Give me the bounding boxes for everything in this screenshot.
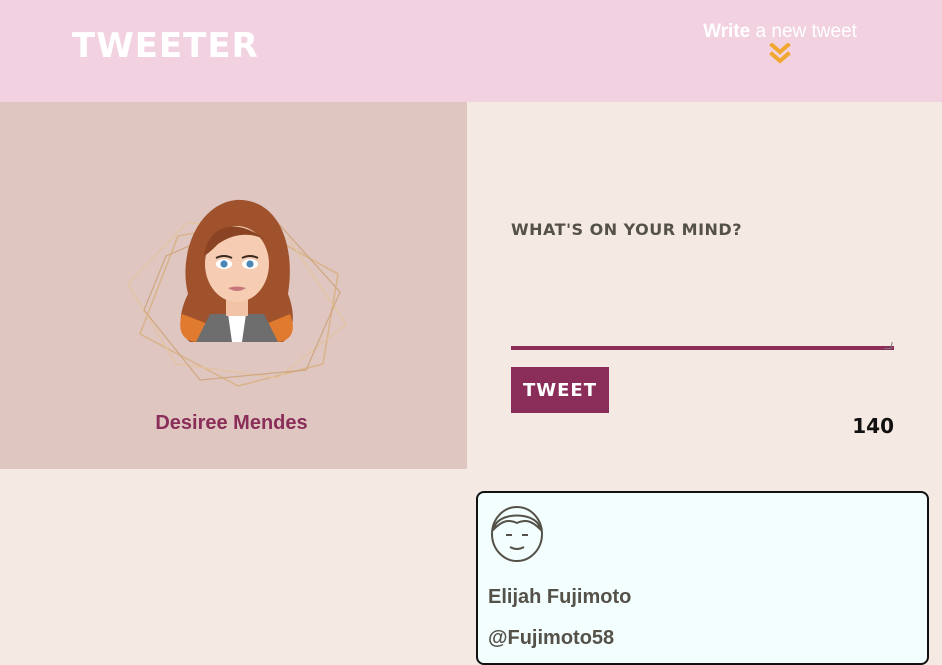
profile-panel: Desiree Mendes — [0, 102, 467, 469]
profile-name: Desiree Mendes — [155, 412, 308, 434]
textarea-resize-handle[interactable] — [884, 342, 893, 349]
compose-bold-label: Write — [703, 21, 751, 42]
avatar — [118, 164, 350, 396]
double-chevron-down-icon[interactable] — [768, 43, 792, 65]
brand-logo[interactable]: TWEETER — [72, 26, 259, 66]
tweet-composer: What's on your mind? Tweet 140 — [511, 220, 894, 438]
char-counter: 140 — [852, 414, 894, 438]
avatar-image — [127, 199, 347, 387]
tweet-author-handle: @Fujimoto58 — [488, 627, 615, 649]
tweet-text-input[interactable] — [511, 260, 894, 350]
composer-prompt: What's on your mind? — [511, 220, 742, 239]
compose-label: a new tweet — [750, 21, 857, 42]
tweet-card: Elijah Fujimoto @Fujimoto58 — [476, 491, 929, 665]
face-outline-icon — [491, 506, 543, 562]
write-new-tweet-link[interactable]: Write a new tweet — [690, 21, 870, 65]
top-nav: TWEETER Write a new tweet — [0, 0, 942, 102]
tweet-author-name: Elijah Fujimoto — [488, 586, 632, 608]
tweet-button[interactable]: Tweet — [511, 367, 609, 413]
